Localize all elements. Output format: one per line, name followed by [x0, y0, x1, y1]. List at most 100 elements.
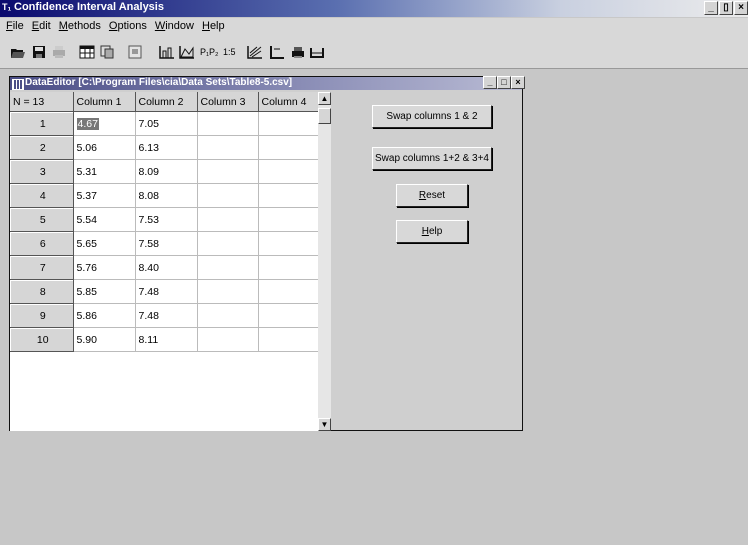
table-cell[interactable]: 5.86: [73, 303, 136, 328]
table-row: 9 5.86 7.48: [10, 303, 319, 328]
table-cell[interactable]: [258, 135, 319, 160]
table-cell[interactable]: 7.48: [135, 279, 198, 304]
table-cell[interactable]: 8.09: [135, 159, 198, 184]
table-cell[interactable]: [258, 159, 319, 184]
table-cell[interactable]: 5.90: [73, 327, 136, 352]
ratio-icon[interactable]: 1:5: [223, 47, 236, 61]
child-close-button[interactable]: ×: [511, 76, 525, 89]
table-cell[interactable]: 5.37: [73, 183, 136, 208]
data-editor-title-bar[interactable]: DataEditor [C:\Program Files\cia\Data Se…: [10, 76, 525, 90]
menu-window[interactable]: Window: [151, 20, 198, 32]
table-cell[interactable]: [258, 207, 319, 232]
axes-icon[interactable]: [269, 45, 285, 59]
table-cell[interactable]: [258, 183, 319, 208]
header-row: N = 13 Column 1 Column 2 Column 3 Column…: [10, 92, 319, 112]
row-header[interactable]: 9: [10, 303, 74, 328]
printer-icon[interactable]: [291, 45, 305, 59]
table-cell[interactable]: [258, 327, 319, 352]
row-header[interactable]: 1: [10, 111, 74, 136]
pp-icon[interactable]: P₁P₂: [200, 47, 219, 61]
scrollbar-thumb[interactable]: [318, 108, 331, 124]
row-header[interactable]: 3: [10, 159, 74, 184]
table-cell[interactable]: [258, 303, 319, 328]
column-header-4[interactable]: Column 4: [258, 92, 319, 112]
column-header-3[interactable]: Column 3: [197, 92, 259, 112]
table-cell[interactable]: [197, 183, 259, 208]
window-controls: _ ▯ ×: [704, 1, 748, 15]
scale-icon[interactable]: [309, 45, 325, 59]
bar-chart-icon[interactable]: [159, 45, 175, 59]
grid-icon: [12, 79, 24, 90]
table-cell[interactable]: 7.58: [135, 231, 198, 256]
menu-methods[interactable]: Methods: [55, 20, 105, 32]
minimize-button[interactable]: _: [704, 1, 718, 15]
swap-columns-12-34-button[interactable]: Swap columns 1+2 & 3+4: [372, 147, 492, 170]
row-header[interactable]: 2: [10, 135, 74, 160]
menu-options[interactable]: Options: [105, 20, 151, 32]
app-title: Confidence Interval Analysis: [14, 1, 164, 13]
table-cell[interactable]: [197, 111, 259, 136]
menu-edit[interactable]: Edit: [28, 20, 55, 32]
table-cell[interactable]: [258, 231, 319, 256]
row-header[interactable]: 5: [10, 207, 74, 232]
table-row: 5 5.54 7.53: [10, 207, 319, 232]
table-cell[interactable]: [197, 135, 259, 160]
area-chart-icon[interactable]: [179, 45, 195, 59]
table-cell[interactable]: [197, 231, 259, 256]
row-header[interactable]: 4: [10, 183, 74, 208]
table-row: 8 5.85 7.48: [10, 279, 319, 304]
vertical-scrollbar[interactable]: ▲ ▼: [318, 92, 331, 431]
table-icon[interactable]: [79, 45, 95, 59]
table-cell[interactable]: 5.31: [73, 159, 136, 184]
table-cell[interactable]: 8.11: [135, 327, 198, 352]
table-cell[interactable]: [197, 303, 259, 328]
table-cell[interactable]: 8.40: [135, 255, 198, 280]
scroll-down-arrow-icon[interactable]: ▼: [318, 418, 331, 431]
table-row: 1 4.67 7.05: [10, 111, 319, 136]
table-cell[interactable]: [197, 279, 259, 304]
table-cell[interactable]: [258, 255, 319, 280]
preview-icon[interactable]: [128, 45, 142, 59]
save-icon[interactable]: [32, 45, 46, 59]
print-icon[interactable]: [52, 45, 66, 59]
help-button[interactable]: Help: [396, 220, 468, 243]
copy-icon[interactable]: [100, 45, 114, 59]
n-count-label: N = 13: [10, 92, 74, 112]
selected-cell-text: 4.67: [76, 117, 99, 130]
table-cell[interactable]: [197, 255, 259, 280]
table-cell[interactable]: [197, 327, 259, 352]
row-header[interactable]: 8: [10, 279, 74, 304]
table-cell[interactable]: 4.67: [73, 111, 136, 136]
row-header[interactable]: 10: [10, 327, 74, 352]
column-header-2[interactable]: Column 2: [135, 92, 198, 112]
table-cell[interactable]: 6.13: [135, 135, 198, 160]
table-cell[interactable]: 7.53: [135, 207, 198, 232]
row-header[interactable]: 7: [10, 255, 74, 280]
table-row: 10 5.90 8.11: [10, 327, 319, 352]
table-cell[interactable]: 7.05: [135, 111, 198, 136]
table-cell[interactable]: [258, 111, 319, 136]
table-cell[interactable]: [197, 207, 259, 232]
table-cell[interactable]: 5.65: [73, 231, 136, 256]
menu-file[interactable]: File: [0, 20, 28, 32]
table-cell[interactable]: [197, 159, 259, 184]
child-maximize-button[interactable]: □: [497, 76, 511, 89]
child-minimize-button[interactable]: _: [483, 76, 497, 89]
menu-help[interactable]: Help: [198, 20, 229, 32]
table-cell[interactable]: 5.85: [73, 279, 136, 304]
table-cell[interactable]: 5.54: [73, 207, 136, 232]
table-cell[interactable]: 5.06: [73, 135, 136, 160]
table-cell[interactable]: [258, 279, 319, 304]
close-button[interactable]: ×: [734, 1, 748, 15]
swap-columns-1-2-button[interactable]: Swap columns 1 & 2: [372, 105, 492, 128]
scroll-up-arrow-icon[interactable]: ▲: [318, 92, 331, 105]
reset-button[interactable]: Reset: [396, 184, 468, 207]
table-cell[interactable]: 5.76: [73, 255, 136, 280]
row-header[interactable]: 6: [10, 231, 74, 256]
scatter-icon[interactable]: [247, 45, 263, 59]
column-header-1[interactable]: Column 1: [73, 92, 136, 112]
open-icon[interactable]: [10, 45, 26, 59]
table-cell[interactable]: 7.48: [135, 303, 198, 328]
table-cell[interactable]: 8.08: [135, 183, 198, 208]
restore-button[interactable]: ▯: [719, 1, 733, 15]
